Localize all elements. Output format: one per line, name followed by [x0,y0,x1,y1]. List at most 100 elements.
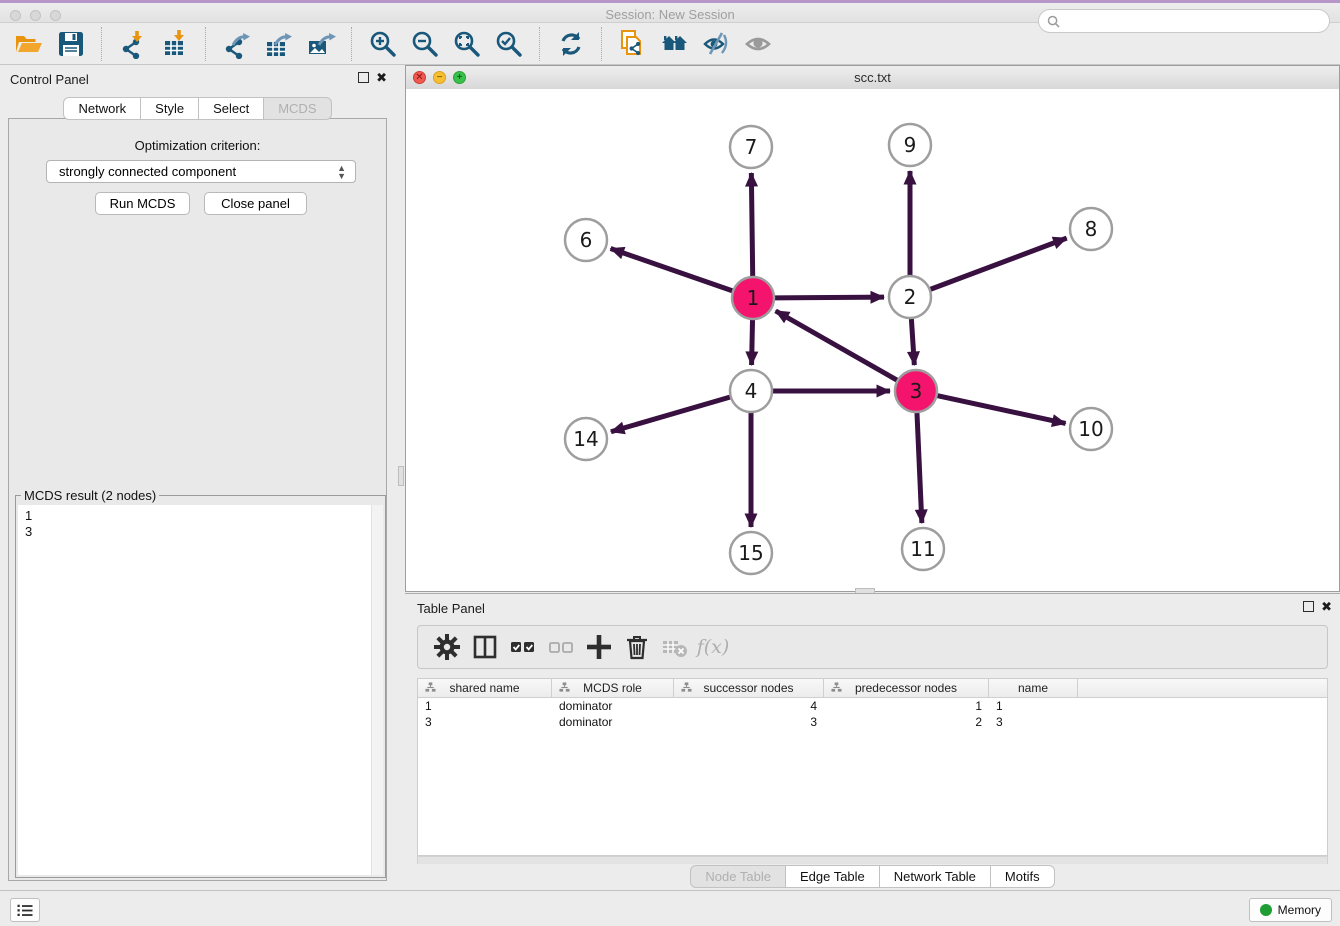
table-cell[interactable]: 3 [418,714,552,730]
node-label-4: 4 [745,379,758,403]
table-row[interactable]: 1dominator411 [418,698,1327,714]
table-cell[interactable]: 3 [674,714,824,730]
table-header-row: shared name MCDS role successor nodesprede… [418,679,1327,698]
zoom-out-icon[interactable] [408,27,442,61]
delete-column-icon[interactable] [621,631,653,663]
tab-edge-table[interactable]: Edge Table [786,865,880,888]
edge-2-8[interactable] [931,238,1067,289]
network-graph: 1234678910111415 [406,89,1339,592]
refresh-network-icon[interactable] [554,27,588,61]
home-icon[interactable] [658,27,692,61]
new-network-from-selection-icon[interactable] [616,27,650,61]
edge-3-10[interactable] [937,396,1065,424]
column-header-label: shared name [449,681,519,695]
tab-style[interactable]: Style [141,97,199,120]
network-window-title: scc.txt [406,70,1339,85]
edge-1-4[interactable] [752,320,753,365]
column-header-MCDS-role[interactable]: MCDS role [552,679,674,697]
network-view-window: ✕ − + scc.txt 1234678910111415 [405,65,1340,592]
float-panel-icon[interactable] [358,72,369,83]
column-header-predecessor-nodes[interactable]: predecessor nodes [824,679,989,697]
result-scrollbar[interactable] [371,505,383,875]
zoom-selected-icon[interactable] [492,27,526,61]
search-box[interactable] [1038,9,1330,33]
select-all-icon[interactable] [507,631,539,663]
search-input[interactable] [1065,13,1329,30]
node-label-1: 1 [747,286,760,310]
open-session-icon[interactable] [12,27,46,61]
edge-1-2[interactable] [775,297,884,298]
table-rows: 1dominator4113dominator323 [418,698,1327,730]
zoom-fit-icon[interactable] [450,27,484,61]
edge-3-1[interactable] [776,311,897,380]
tab-mcds[interactable]: MCDS [264,97,331,120]
column-grip-icon [425,682,436,696]
save-session-icon[interactable] [54,27,88,61]
task-history-button[interactable] [10,898,40,922]
tab-network-table[interactable]: Network Table [880,865,991,888]
column-header-name[interactable]: name [989,679,1078,697]
status-bar: Memory [0,890,1340,926]
add-column-icon[interactable] [583,631,615,663]
table-panel: Table Panel ✖ f(x) shared nameMCDS roles… [405,593,1340,890]
optimization-criterion-select[interactable]: strongly connected component ▲▼ [46,160,356,183]
edge-2-3[interactable] [911,319,914,365]
optimization-criterion-label: Optimization criterion: [9,138,386,153]
table-cell[interactable]: dominator [552,714,674,730]
toggle-graphics-details-icon[interactable] [700,27,734,61]
memory-button[interactable]: Memory [1249,898,1332,922]
mcds-result-list[interactable]: 13 [18,505,383,875]
deselect-all-icon[interactable] [545,631,577,663]
close-panel-button[interactable]: Close panel [204,192,307,215]
table-cell[interactable]: 1 [824,698,989,714]
show-hide-panel-icon[interactable] [742,27,776,61]
table-row[interactable]: 3dominator323 [418,714,1327,730]
column-header-shared-name[interactable]: shared name [418,679,552,697]
export-network-icon[interactable] [220,27,254,61]
memory-label: Memory [1278,903,1321,917]
column-header-label: MCDS role [583,681,642,695]
tab-select[interactable]: Select [199,97,264,120]
column-visibility-icon[interactable] [469,631,501,663]
table-panel-title: Table Panel [417,601,485,616]
table-cell[interactable]: 4 [674,698,824,714]
table-scrollbar-track[interactable] [417,856,1328,864]
table-cell[interactable]: 2 [824,714,989,730]
export-table-icon[interactable] [262,27,296,61]
float-table-panel-icon[interactable] [1303,601,1314,612]
tab-network[interactable]: Network [63,97,141,120]
table-toolbar: f(x) [417,625,1328,669]
chevron-up-down-icon: ▲▼ [337,164,346,180]
table-settings-icon[interactable] [431,631,463,663]
node-label-7: 7 [745,135,758,159]
tab-motifs[interactable]: Motifs [991,865,1055,888]
edge-3-11[interactable] [917,413,922,523]
run-mcds-button[interactable]: Run MCDS [95,192,190,215]
import-table-icon[interactable] [158,27,192,61]
table-cell[interactable]: dominator [552,698,674,714]
table-cell[interactable]: 1 [989,698,1078,714]
column-header-successor-nodes[interactable]: successor nodes [674,679,824,697]
edge-1-7[interactable] [751,173,752,276]
toolbar-separator [205,27,207,61]
column-grip-icon [831,682,842,696]
column-grip-icon [681,682,692,696]
network-window-titlebar[interactable]: ✕ − + scc.txt [406,66,1339,90]
tab-node-table[interactable]: Node Table [690,865,786,888]
edge-1-6[interactable] [611,249,733,291]
table-cell[interactable]: 1 [418,698,552,714]
table-cell[interactable]: 3 [989,714,1078,730]
export-image-icon[interactable] [304,27,338,61]
import-network-icon[interactable] [116,27,150,61]
close-table-panel-icon[interactable]: ✖ [1321,601,1332,612]
zoom-in-icon[interactable] [366,27,400,61]
toolbar-separator [351,27,353,61]
edge-4-14[interactable] [611,397,730,432]
mcds-result-title: MCDS result (2 nodes) [21,488,159,503]
node-label-15: 15 [738,541,763,565]
close-panel-icon[interactable]: ✖ [376,72,387,83]
splitter-grip-vertical[interactable] [398,466,404,486]
node-label-8: 8 [1085,217,1098,241]
network-canvas[interactable]: 1234678910111415 [406,89,1339,591]
delete-table-icon [659,631,691,663]
